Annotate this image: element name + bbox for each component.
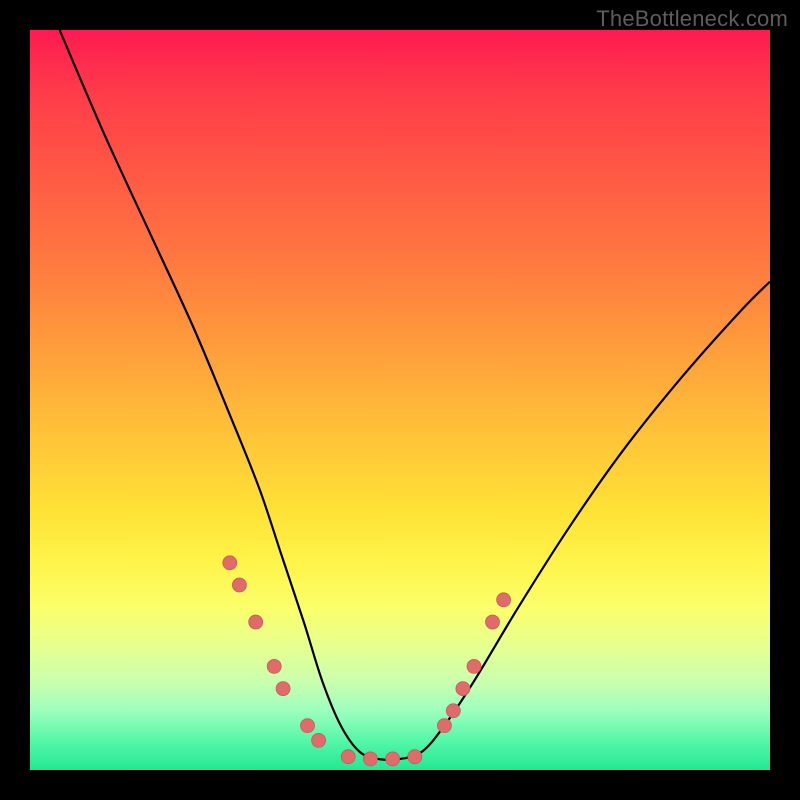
curve-marker xyxy=(232,578,246,592)
chart-frame: TheBottleneck.com xyxy=(0,0,800,800)
plot-area xyxy=(30,30,770,770)
curve-marker xyxy=(249,615,263,629)
curve-markers xyxy=(223,556,511,766)
curve-marker xyxy=(408,750,422,764)
bottleneck-curve-path xyxy=(60,30,770,760)
curve-marker xyxy=(301,719,315,733)
curve-marker xyxy=(223,556,237,570)
curve-marker xyxy=(267,659,281,673)
curve-marker xyxy=(341,750,355,764)
watermark-text: TheBottleneck.com xyxy=(596,6,788,32)
curve-marker xyxy=(446,704,460,718)
curve-marker xyxy=(312,733,326,747)
curve-marker xyxy=(276,682,290,696)
curve-marker xyxy=(456,682,470,696)
curve-svg xyxy=(30,30,770,770)
curve-marker xyxy=(486,615,500,629)
curve-marker xyxy=(437,719,451,733)
curve-marker xyxy=(363,752,377,766)
curve-marker xyxy=(467,659,481,673)
curve-marker xyxy=(497,593,511,607)
curve-marker xyxy=(386,752,400,766)
